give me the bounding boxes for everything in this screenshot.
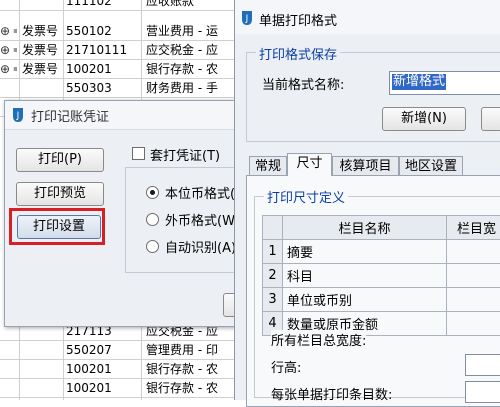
ledger-cell-c4: 应收账款 — [146, 0, 194, 10]
ledger-cell-c4: 管理费用 - 印 — [146, 341, 218, 359]
ledger-row[interactable]: ⊕ ╕ 发票号 550102 营业费用 - 运 — [0, 22, 240, 41]
format-app-logo-icon: J — [240, 10, 254, 26]
print-button[interactable]: 打印(P) — [16, 148, 104, 172]
radio-auto-detect[interactable] — [146, 240, 159, 253]
table-header-column-width: 栏目宽 — [447, 216, 500, 240]
ledger-cell-c2: 发票号 — [22, 41, 58, 59]
ledger-cell-c4: 财务费用 - 手 — [146, 79, 218, 97]
radio-auto-detect-label: 自动识别(A) — [165, 237, 236, 256]
ledger-cell-c3: 550102 — [66, 22, 112, 40]
ledger-row[interactable]: 111102 应收账款 — [0, 0, 240, 11]
column-width-cell[interactable] — [447, 240, 500, 264]
table-row[interactable]: 1摘要 — [263, 240, 500, 264]
ledger-cell-c1: ⊕ ╕ — [0, 22, 17, 40]
ledger-row[interactable]: 550303 财务费用 - 手 — [0, 79, 240, 98]
format-name-field[interactable]: 新增格式 — [389, 71, 500, 95]
column-name-cell[interactable]: 科目 — [283, 264, 447, 288]
row-index: 1 — [263, 240, 283, 264]
total-width-label: 所有栏目总宽度: — [271, 330, 366, 349]
ledger-cell-c4: 银行存款 - 农 — [146, 60, 218, 78]
table-row[interactable]: 3单位或币别 — [263, 288, 500, 312]
svg-text:J: J — [16, 111, 20, 121]
row-index: 3 — [263, 288, 283, 312]
entries-per-bill-label: 每张单据打印条目数: — [271, 384, 392, 403]
table-header-column-name: 栏目名称 — [283, 216, 447, 240]
format-save-legend: 打印格式保存 — [256, 44, 340, 63]
column-name-cell[interactable]: 单位或币别 — [283, 288, 447, 312]
ledger-cell-c3: 100201 — [66, 360, 112, 378]
ledger-cell-c3: 100201 — [66, 60, 112, 78]
format-dialog-title: 单据打印格式 — [259, 10, 337, 29]
format-name-label: 当前格式名称: — [262, 74, 344, 93]
overlay-print-label: 套打凭证(T) — [150, 145, 220, 164]
ledger-cell-c1: ⊕ ╕ — [0, 41, 17, 59]
column-width-cell[interactable] — [447, 288, 500, 312]
table-header-corner — [263, 216, 283, 240]
ledger-row[interactable]: ⊕ ╕ 发票号 21710111 应交税金 - 应 — [0, 41, 240, 60]
ledger-row[interactable]: 550207 管理费用 - 印 — [0, 341, 240, 360]
print-settings-button[interactable]: 打印设置 — [17, 215, 101, 239]
ledger-cell-c4: 银行存款 - 农 — [146, 360, 218, 378]
partial-format-button[interactable] — [481, 107, 500, 131]
row-height-label: 行高: — [271, 357, 301, 376]
row-height-input[interactable] — [465, 354, 500, 376]
format-name-value: 新增格式 — [392, 74, 446, 90]
radio-base-currency[interactable] — [146, 186, 159, 199]
svg-text:J: J — [245, 14, 249, 24]
ledger-cell-c1: ⊕ ╕ — [0, 60, 17, 78]
ledger-cell-c4: 应交税金 - 应 — [146, 41, 218, 59]
row-index: 2 — [263, 264, 283, 288]
ledger-cell-c3: 550207 — [66, 341, 112, 359]
new-format-button[interactable]: 新增(N) — [382, 107, 466, 131]
app-logo-icon: J — [11, 107, 25, 123]
print-voucher-titlebar[interactable]: J 打印记账凭证 — [5, 101, 241, 130]
tab-general[interactable]: 常规 — [249, 156, 287, 177]
ledger-cell-c4: 营业费用 - 运 — [146, 22, 218, 40]
overlay-print-checkbox[interactable] — [132, 147, 145, 160]
radio-foreign-currency[interactable] — [146, 213, 159, 226]
print-voucher-dialog: J 打印记账凭证 打印(P) 打印预览 打印设置 套打凭证(T) 本位币格式( … — [4, 100, 242, 327]
radio-foreign-currency-label: 外币格式(W) — [165, 210, 240, 229]
tab-size[interactable]: 尺寸 — [287, 153, 332, 176]
ledger-row[interactable]: 100201 银行存款 - 农 — [0, 360, 240, 379]
ledger-cell-c3: 21710111 — [66, 41, 127, 59]
ledger-row[interactable]: ⊕ ╕ 发票号 100201 银行存款 - 农 — [0, 60, 240, 79]
column-width-cell[interactable] — [447, 312, 500, 336]
tab-accounting-items[interactable]: 核算项目 — [332, 156, 399, 177]
print-voucher-title: 打印记账凭证 — [31, 106, 109, 125]
column-name-cell[interactable]: 摘要 — [283, 240, 447, 264]
radio-base-currency-label: 本位币格式( — [165, 183, 235, 202]
print-size-legend: 打印尺寸定义 — [264, 187, 348, 206]
ledger-cell-c2: 发票号 — [22, 22, 58, 40]
ledger-cell-c2: 发票号 — [22, 60, 58, 78]
ledger-cell-c3: 111102 — [66, 0, 112, 10]
format-dialog-titlebar[interactable]: J 单据打印格式 — [235, 0, 500, 34]
print-preview-button[interactable]: 打印预览 — [16, 182, 104, 206]
bill-print-format-dialog: J 单据打印格式 打印格式保存 当前格式名称: 新增格式 新增(N) 常规尺寸核… — [234, 0, 500, 400]
tab-region[interactable]: 地区设置 — [399, 156, 463, 177]
ledger-cell-c3: 550303 — [66, 79, 112, 97]
table-row[interactable]: 2科目 — [263, 264, 500, 288]
ledger-cell-c3: 100201 — [66, 379, 112, 397]
column-width-cell[interactable] — [447, 264, 500, 288]
ledger-cell-c4: 银行存款 - 农 — [146, 379, 218, 397]
column-width-table: 栏目名称 栏目宽 1摘要2科目3单位或币别4数量或原币金额 — [262, 215, 500, 336]
ledger-row[interactable]: 100201 银行存款 - 农 — [0, 379, 240, 398]
